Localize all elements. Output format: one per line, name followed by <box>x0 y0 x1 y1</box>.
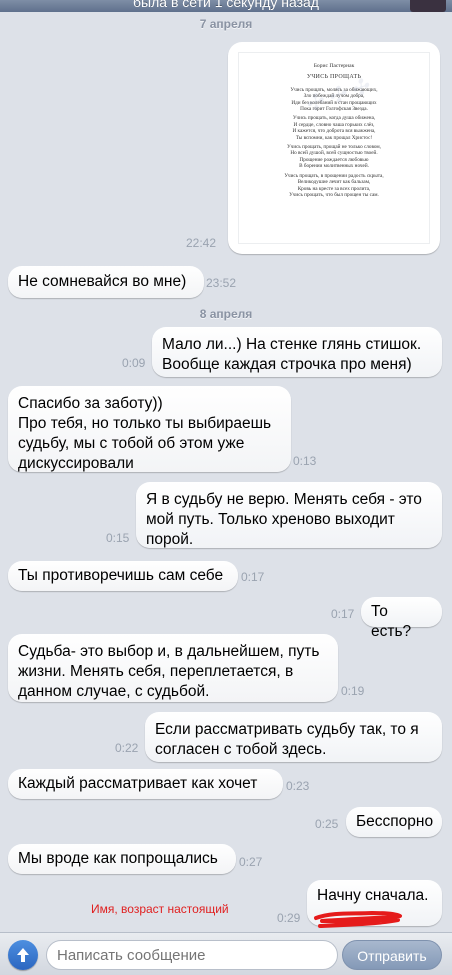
message-time: 0:23 <box>286 779 310 793</box>
message-time: 0:29 <box>277 911 301 925</box>
arrow-up-icon <box>17 948 29 962</box>
message-bubble-outgoing[interactable]: Бесспорно <box>346 807 442 837</box>
message-bubble-incoming[interactable]: Ты противоречишь сам себе <box>8 561 238 591</box>
attach-button[interactable] <box>8 940 38 970</box>
chat-header: была в сети 1 секунду назад <box>0 0 452 12</box>
date-separator: 8 апреля <box>199 307 253 321</box>
message-composer: Отправить <box>0 932 452 975</box>
poem-line: Учись прощать, что был прощен ты сам. <box>289 191 379 198</box>
message-bubble-incoming[interactable]: Мы вроде как попрощались <box>8 844 236 874</box>
message-time: 0:19 <box>341 684 365 698</box>
last-seen-status: была в сети 1 секунду назад <box>133 0 319 10</box>
poem-image: ✣ ✣ ✣ Борис Пастернак УЧИСЬ ПРОЩАТЬ Учис… <box>238 52 430 244</box>
message-time: 0:27 <box>239 855 263 869</box>
poem-author: Борис Пастернак <box>313 63 355 69</box>
message-time: 0:25 <box>315 817 339 831</box>
send-button[interactable]: Отправить <box>342 940 442 970</box>
message-time: 22:42 <box>186 236 217 250</box>
message-time: 23:52 <box>206 276 237 290</box>
contact-avatar[interactable] <box>410 0 446 12</box>
message-time: 0:22 <box>115 741 139 755</box>
message-time: 0:17 <box>331 607 355 621</box>
message-bubble-incoming[interactable]: Судьба- это выбор и, в дальнейшем, путь … <box>8 634 338 702</box>
message-bubble-incoming[interactable]: Спасибо за заботу)) Про тебя, но только … <box>8 386 291 472</box>
message-time: 0:09 <box>122 356 146 370</box>
photo-message[interactable]: ✣ ✣ ✣ Борис Пастернак УЧИСЬ ПРОЩАТЬ Учис… <box>228 42 440 254</box>
message-time: 0:13 <box>293 454 317 468</box>
message-time: 0:15 <box>106 531 130 545</box>
message-time: 0:17 <box>241 570 265 584</box>
message-bubble-incoming[interactable]: Не сомневайся во мне) <box>8 266 204 298</box>
poem-line: Ты вспомни, как прощал Христос! <box>295 134 373 141</box>
redaction-scribble <box>314 911 402 928</box>
message-bubble-outgoing[interactable]: То есть? <box>361 597 442 640</box>
message-bubble-outgoing[interactable]: Я в судьбу не верю. Менять себя - это мо… <box>136 482 442 548</box>
date-separator: 7 апреля <box>199 17 253 31</box>
annotation-note: Имя, возраст настоящий <box>91 902 229 916</box>
poem-line: В борении молитвенных ночей. <box>299 163 369 170</box>
message-bubble-outgoing[interactable]: Мало ли...) На стенке глянь стишок. Вооб… <box>152 327 442 377</box>
message-input[interactable] <box>46 940 338 970</box>
message-bubble-incoming[interactable]: Каждый рассматривает как хочет <box>8 769 283 799</box>
message-bubble-outgoing[interactable]: Если рассматривать судьбу так, то я согл… <box>145 712 442 762</box>
